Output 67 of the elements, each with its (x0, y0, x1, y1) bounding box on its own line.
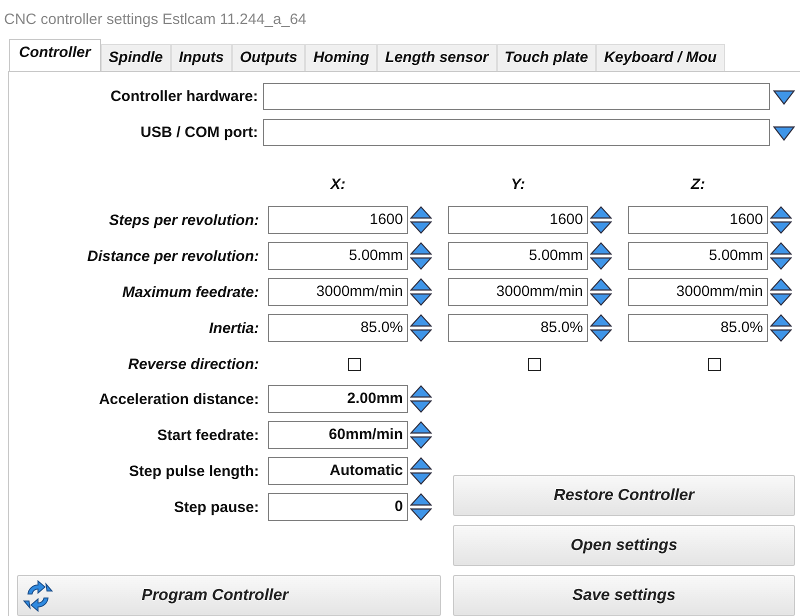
tab[interactable]: Controller (9, 39, 101, 71)
number-field[interactable]: Automatic (268, 457, 408, 485)
dropdown-arrow-icon[interactable] (773, 88, 795, 104)
tab[interactable]: Length sensor (377, 44, 497, 71)
axis-header: X: (329, 175, 346, 195)
number-field[interactable]: 1600 (628, 206, 768, 234)
field-label: Start feedrate: (156, 426, 260, 444)
button[interactable]: Restore Controller (453, 475, 795, 516)
button[interactable]: Save settings (453, 575, 795, 616)
spinner-icon[interactable] (410, 492, 432, 522)
button[interactable]: Open settings (453, 525, 795, 566)
program-controller-button[interactable]: Program Controller (17, 575, 441, 616)
field-label: Reverse direction: (127, 356, 260, 372)
number-field[interactable]: 2.00mm (268, 385, 408, 413)
checkbox[interactable] (528, 358, 541, 370)
number-field[interactable]: 3000mm/min (268, 278, 408, 306)
number-field[interactable]: 60mm/min (268, 421, 408, 449)
tab[interactable]: Inputs (170, 44, 232, 71)
number-field[interactable]: 5.00mm (628, 242, 768, 270)
spinner-icon[interactable] (770, 277, 792, 307)
tab[interactable]: Homing (305, 44, 378, 71)
spinner-icon[interactable] (770, 313, 792, 343)
field-label: Step pause: (172, 498, 260, 516)
number-field[interactable]: 85.0% (448, 314, 588, 342)
field-label: Maximum feedrate: (121, 284, 260, 300)
number-field[interactable]: 3000mm/min (448, 278, 588, 306)
tab[interactable]: Outputs (232, 44, 306, 71)
spinner-icon[interactable] (590, 313, 612, 343)
field-label: Controller hardware: (109, 88, 259, 105)
number-field[interactable]: 5.00mm (268, 242, 408, 270)
number-field[interactable]: 5.00mm (448, 242, 588, 270)
tab[interactable]: Spindle (100, 44, 171, 71)
spinner-icon[interactable] (590, 241, 612, 271)
cycle-arrows-icon (22, 580, 54, 612)
spinner-icon[interactable] (410, 277, 432, 307)
spinner-icon[interactable] (410, 205, 432, 235)
spinner-icon[interactable] (410, 384, 432, 414)
field-label: Inertia: (208, 320, 260, 336)
dropdown-field[interactable] (263, 83, 770, 110)
field-label: Step pulse length: (128, 462, 260, 480)
number-field[interactable]: 0 (268, 493, 408, 521)
axis-header: Y: (510, 175, 526, 195)
field-label: Distance per revolution: (86, 248, 260, 264)
spinner-icon[interactable] (410, 241, 432, 271)
field-label: USB / COM port: (140, 124, 259, 141)
dropdown-field[interactable] (263, 119, 770, 146)
spinner-icon[interactable] (410, 313, 432, 343)
number-field[interactable]: 85.0% (628, 314, 768, 342)
checkbox[interactable] (708, 358, 721, 370)
tab[interactable]: Keyboard / Mou (596, 44, 725, 71)
spinner-icon[interactable] (770, 241, 792, 271)
tab[interactable]: Touch plate (496, 44, 596, 71)
spinner-icon[interactable] (590, 205, 612, 235)
field-label: Acceleration distance: (98, 390, 260, 408)
number-field[interactable]: 1600 (448, 206, 588, 234)
field-label: Steps per revolution: (108, 212, 260, 228)
number-field[interactable]: 85.0% (268, 314, 408, 342)
dropdown-arrow-icon[interactable] (773, 124, 795, 140)
spinner-icon[interactable] (410, 456, 432, 486)
window-title: CNC controller settings Estlcam 11.244_a_64 (3, 10, 308, 30)
spinner-icon[interactable] (770, 205, 792, 235)
number-field[interactable]: 1600 (268, 206, 408, 234)
checkbox[interactable] (348, 358, 361, 370)
spinner-icon[interactable] (590, 277, 612, 307)
spinner-icon[interactable] (410, 420, 432, 450)
number-field[interactable]: 3000mm/min (628, 278, 768, 306)
axis-header: Z: (690, 175, 706, 195)
